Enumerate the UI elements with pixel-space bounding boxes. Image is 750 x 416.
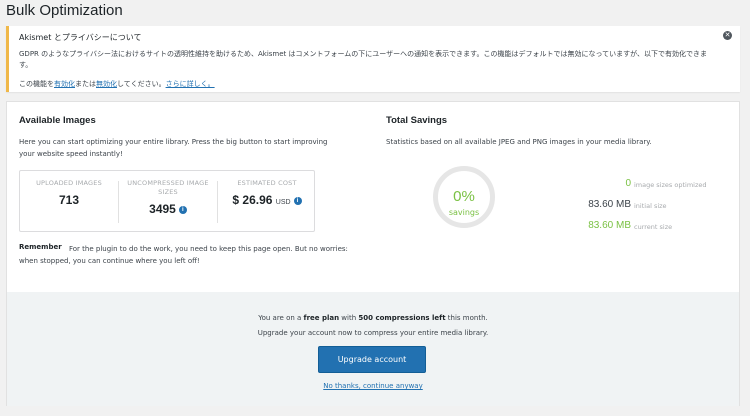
- notice-links-suffix: してください。: [117, 80, 166, 88]
- savings-percent-label: savings: [448, 208, 480, 217]
- notice-links-mid: または: [75, 80, 96, 88]
- notice-title: Akismet とプライバシーについて: [19, 33, 142, 42]
- stat-divider: [217, 181, 218, 223]
- upgrade-account-button[interactable]: Upgrade account: [318, 346, 426, 373]
- savings-value: 0: [625, 178, 631, 189]
- total-savings-description: Statistics based on all available JPEG a…: [386, 138, 652, 146]
- stat-label: ESTIMATED COST: [237, 179, 297, 187]
- notice-body: GDPR のようなプライバシー法におけるサイトの透明性維持を助けるため、Akis…: [19, 50, 707, 69]
- stat-number: $ 26.96: [232, 193, 273, 207]
- total-savings-title: Total Savings: [386, 115, 448, 126]
- stat-unit: USD: [275, 199, 291, 206]
- savings-value: 83.60 MB: [588, 220, 631, 231]
- no-thanks-link[interactable]: No thanks, continue anyway: [7, 382, 739, 390]
- disable-link[interactable]: 無効化: [96, 80, 117, 88]
- plan-prefix: You are on a: [258, 314, 304, 322]
- savings-label: image sizes optimized: [634, 181, 707, 189]
- stat-divider: [118, 181, 119, 223]
- stat-number: 713: [58, 193, 80, 207]
- stat-label: UNCOMPRESSED IMAGE SIZES: [127, 179, 209, 196]
- savings-row-optimized: 0 image sizes optimized: [567, 178, 727, 192]
- akismet-privacy-notice: Akismet とプライバシーについて ✕ GDPR のようなプライバシー法にお…: [6, 26, 740, 92]
- savings-row-current: 83.60 MB current size: [567, 220, 727, 234]
- stat-uncompressed-sizes: UNCOMPRESSED IMAGE SIZES 3495 i: [123, 179, 213, 216]
- stat-number: 3495: [149, 202, 176, 216]
- stat-value: 713: [24, 193, 114, 207]
- plan-mid: with: [339, 314, 359, 322]
- savings-value: 83.60 MB: [588, 199, 631, 210]
- stat-uploaded-images: UPLOADED IMAGES 713: [24, 179, 114, 207]
- savings-label: initial size: [634, 202, 667, 210]
- plan-suffix: this month.: [445, 314, 488, 322]
- remember-text: For the plugin to do the work, you need …: [19, 245, 348, 265]
- info-icon[interactable]: i: [178, 206, 187, 214]
- enable-link[interactable]: 有効化: [54, 80, 75, 88]
- learn-more-link[interactable]: さらに詳しく。: [166, 80, 215, 88]
- page-title: Bulk Optimization: [6, 2, 123, 19]
- stat-value: $ 26.96 USD i: [222, 193, 312, 207]
- plan-status-text: You are on a free plan with 500 compress…: [7, 314, 739, 322]
- available-images-title: Available Images: [19, 115, 96, 126]
- bulk-optimization-panel: Available Images Here you can start opti…: [6, 101, 740, 406]
- image-stats-box: UPLOADED IMAGES 713 UNCOMPRESSED IMAGE S…: [19, 170, 315, 232]
- savings-label: current size: [634, 223, 673, 231]
- notice-links-prefix: この機能を: [19, 80, 54, 88]
- upgrade-text: Upgrade your account now to compress you…: [257, 329, 489, 337]
- stat-estimated-cost: ESTIMATED COST $ 26.96 USD i: [222, 179, 312, 207]
- stat-value: 3495 i: [123, 202, 213, 216]
- compressions-left: 500 compressions left: [358, 314, 446, 322]
- savings-row-initial: 83.60 MB initial size: [567, 199, 727, 213]
- notice-links: この機能を有効化または無効化してください。さらに詳しく。: [19, 79, 215, 89]
- remember-label: Remember: [19, 243, 62, 251]
- savings-percent: 0%: [453, 188, 475, 205]
- stat-label: UPLOADED IMAGES: [36, 179, 102, 187]
- info-icon[interactable]: i: [293, 197, 302, 205]
- plan-name: free plan: [303, 314, 340, 322]
- dismiss-icon[interactable]: ✕: [723, 31, 732, 40]
- available-images-description: Here you can start optimizing your entir…: [19, 138, 328, 158]
